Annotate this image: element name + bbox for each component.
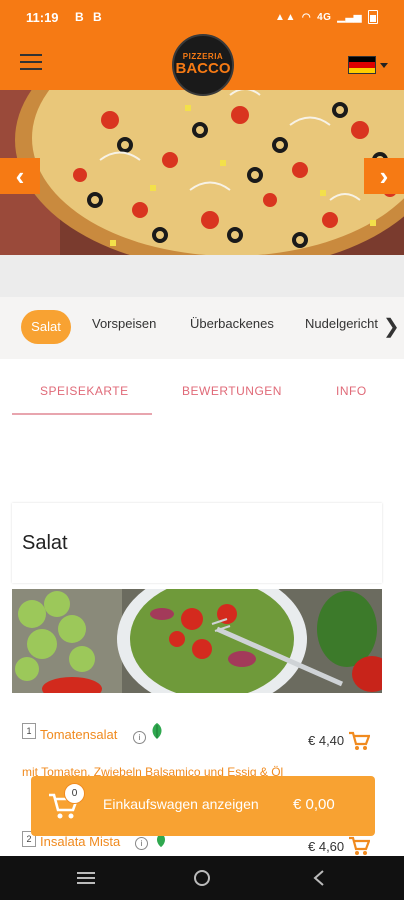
category-bar: Salat Vorspeisen Überbackenes Nudelgeric… [0,297,404,359]
hero-pizza-image [0,90,404,255]
cart-total: € 0,00 [293,796,335,813]
language-selector[interactable] [348,56,390,74]
chevron-down-icon [380,62,388,68]
status-icons: ▲▲ ◠ 4G ▁▃▅ [275,10,378,24]
tab-speisekarte[interactable]: SPEISEKARTE [40,384,129,398]
menu-item-name[interactable]: Insalata Mista [40,834,120,849]
add-to-cart-icon[interactable] [348,731,370,751]
view-cart-label: Einkaufswagen anzeigen [103,796,259,812]
status-bar: 11:19 B B ▲▲ ◠ 4G ▁▃▅ [0,0,404,38]
system-nav-bar [0,856,404,900]
notification-icon: B [93,10,102,24]
tab-info[interactable]: INFO [336,384,367,398]
active-tab-indicator [12,413,152,415]
carousel-prev-button[interactable]: ‹ [0,158,40,194]
hamburger-menu-icon[interactable] [20,54,42,72]
item-price: € 4,60 [308,839,345,854]
section-title: Salat [22,532,68,554]
carousel-next-button[interactable]: › [364,158,404,194]
item-price: € 4,40 [308,733,345,748]
info-icon[interactable]: i [133,731,146,744]
info-icon[interactable]: i [135,837,148,850]
hero-spacer [0,255,404,297]
salad-section-image [12,589,382,693]
wifi-call-icon: ◠ [301,11,312,23]
item-number-badge: 1 [22,723,36,739]
cart-count-badge: 0 [64,783,85,804]
notification-icon: B [75,10,84,24]
logo-text-line2: BACCO [175,60,231,77]
recent-apps-icon[interactable] [76,870,96,886]
chevron-right-icon[interactable]: ❯ [383,314,400,339]
battery-icon [368,10,378,24]
category-chip-vorspeisen[interactable]: Vorspeisen [92,316,156,331]
category-chip-ueberbackenes[interactable]: Überbackenes [190,316,274,331]
menu-item-name[interactable]: Tomatensalat [40,727,117,742]
tab-bewertungen[interactable]: BEWERTUNGEN [182,384,282,398]
status-time: 11:19 [26,10,59,25]
vegetarian-leaf-icon [152,723,162,739]
network-type: 4G [317,11,332,23]
salad-illustration [12,589,382,693]
category-chip-salat[interactable]: Salat [21,310,71,344]
home-icon[interactable] [193,869,211,887]
back-icon[interactable] [312,870,326,886]
pizza-illustration [0,90,404,255]
hd-voice-icon: ▲▲ [275,11,296,23]
pizzeria-logo: PIZZERIA BACCO [172,34,234,96]
category-chip-nudelgericht[interactable]: Nudelgericht [305,316,378,331]
signal-icon: ▁▃▅ [337,11,362,23]
add-to-cart-icon[interactable] [348,836,370,856]
german-flag-icon [348,56,376,74]
